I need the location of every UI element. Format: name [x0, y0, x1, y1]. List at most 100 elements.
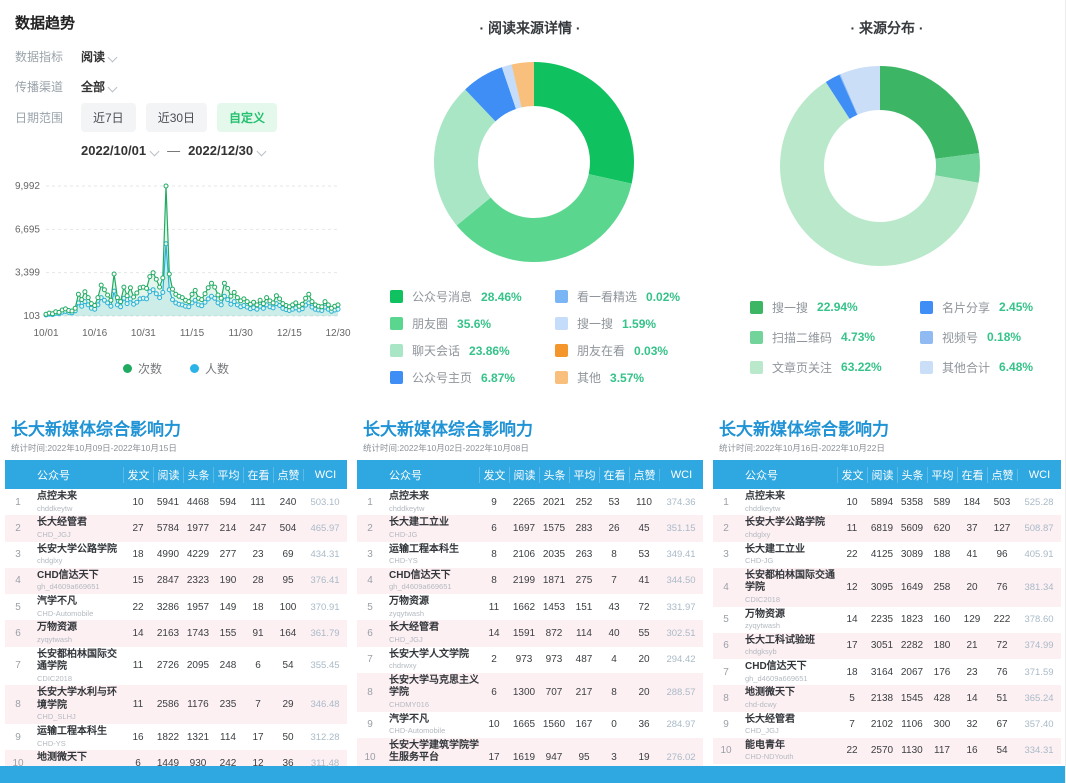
legend-percent: 35.6% [457, 317, 491, 331]
table-row[interactable]: 8长安大学马克思主义学院CHDMY01661300707217820288.57 [357, 673, 703, 712]
legend-item-公众号主页[interactable]: 公众号主页6.87% [390, 364, 555, 391]
table-row[interactable]: 10能电青年CHD-NDYouth22257011301171654334.31 [713, 738, 1061, 764]
chevron-down-icon [258, 147, 266, 155]
channel-select[interactable]: 全部 [81, 78, 117, 95]
metric-cell: 41 [629, 575, 659, 586]
account-name: 长安都柏林国际交通学院 [37, 649, 123, 674]
account-name: 长大经管君 [389, 622, 479, 635]
legend-item-聊天会话[interactable]: 聊天会话23.86% [390, 337, 555, 364]
account-cell: 长大经管君CHD_JGJ [739, 714, 837, 736]
metric-cell: 76 [987, 667, 1017, 678]
account-cell: 汽学不凡CHD-Automobile [383, 714, 479, 736]
range-custom-button[interactable]: 自定义 [217, 103, 277, 132]
table-row[interactable]: 5万物资源zyqytwash11166214531514372331.97 [357, 594, 703, 620]
table-row[interactable]: 1点控未来chddkeytw1058945358589184503525.28 [713, 489, 1061, 515]
account-name: 地测微天下 [745, 687, 837, 700]
table-row[interactable]: 2长安大学公路学院chdglxy116819560962037127508.87 [713, 515, 1061, 541]
metric-select[interactable]: 阅读 [81, 48, 117, 65]
range-7d-button[interactable]: 近7日 [81, 103, 136, 132]
legend-item-朋友在看[interactable]: 朋友在看0.03% [555, 337, 710, 364]
metric-filter-row: 数据指标 阅读 [15, 48, 117, 65]
rank-cell: 8 [713, 693, 739, 704]
rank-cell: 10 [713, 745, 739, 756]
table-row[interactable]: 9运输工程本科生CHD-YS16182213211141750312.28 [5, 724, 347, 750]
legend-item-其他合计[interactable]: 其他合计6.48% [920, 352, 1066, 382]
source-distribution-donut-chart[interactable] [770, 56, 990, 276]
legend-item-其他[interactable]: 其他3.57% [555, 364, 710, 391]
channel-select-value: 全部 [81, 78, 105, 95]
metric-cell: 16 [957, 745, 987, 756]
table-row[interactable]: 4长安都柏林国际交通学院CDIC201812309516492582076381… [713, 568, 1061, 607]
rank-cell: 4 [357, 575, 383, 586]
table-row[interactable]: 6长大经管君CHD_JGJ1415918721144055302.51 [357, 620, 703, 646]
account-name: 汽学不凡 [37, 596, 123, 609]
metric-filter-label: 数据指标 [15, 48, 81, 65]
column-header-点赞: 点赞 [987, 467, 1017, 483]
metric-cell: 10 [123, 497, 153, 508]
metric-cell: 67 [987, 719, 1017, 730]
wci-cell: 371.59 [1017, 667, 1061, 678]
table-row[interactable]: 7CHD信达天下gh_d4609a66965118316420671762376… [713, 659, 1061, 685]
read-source-donut-chart[interactable] [424, 52, 644, 272]
legend-percent: 0.03% [634, 344, 668, 358]
account-handle: CHD-Automobile [389, 726, 479, 736]
range-30d-button[interactable]: 近30日 [146, 103, 207, 132]
influence-table-week1: 长大新媒体综合影响力 统计时间:2022年10月09日-2022年10月15日 … [0, 405, 352, 777]
column-header-公众号: 公众号 [739, 467, 837, 483]
table-row[interactable]: 7长安都柏林国际交通学院CDIC20181127262095248654355.… [5, 647, 347, 686]
metric-cell: 263 [569, 549, 599, 560]
legend-item-名片分享[interactable]: 名片分享2.45% [920, 292, 1066, 322]
account-cell: 万物资源zyqytwash [383, 596, 479, 618]
legend-item-公众号消息[interactable]: 公众号消息28.46% [390, 283, 555, 310]
table-row[interactable]: 5万物资源zyqytwash1422351823160129222378.60 [713, 607, 1061, 633]
table-row[interactable]: 2长大经管君CHD_JGJ2757841977214247504465.97 [5, 515, 347, 541]
end-date-select[interactable]: 2022/12/30 [188, 143, 266, 158]
legend-item-看一看精选[interactable]: 看一看精选0.02% [555, 283, 710, 310]
table-row[interactable]: 2长大建工立业CHD-JG6169715752832645351.15 [357, 515, 703, 541]
start-date-select[interactable]: 2022/10/01 [81, 143, 159, 158]
table-row[interactable]: 6万物资源zyqytwash142163174315591164361.79 [5, 620, 347, 646]
table-row[interactable]: 9长大经管君CHD_JGJ7210211063003267357.40 [713, 712, 1061, 738]
rank-cell: 8 [5, 699, 31, 710]
table-row[interactable]: 3长大建工立业CHD-JG22412530891884196405.91 [713, 542, 1061, 568]
account-name: 长大经管君 [745, 714, 837, 727]
wci-cell: 351.15 [659, 523, 703, 534]
metric-cell: 53 [599, 497, 629, 508]
account-cell: 长安大学水利与环境学院CHD_SLHJ [31, 687, 123, 722]
legend-item-朋友圈[interactable]: 朋友圈35.6% [390, 310, 555, 337]
column-header-WCI: WCI [659, 469, 703, 481]
table-row[interactable]: 4CHD信达天下gh_d4609a66965115284723231902895… [5, 568, 347, 594]
table-row[interactable]: 8长安大学水利与环境学院CHD_SLHJ1125861176235729346.… [5, 685, 347, 724]
account-name: 长安大学水利与环境学院 [37, 687, 123, 712]
table-row[interactable]: 4CHD信达天下gh_d4609a66965182199187127574134… [357, 568, 703, 594]
legend-item-搜一搜[interactable]: 搜一搜1.59% [555, 310, 710, 337]
metric-cell: 18 [123, 549, 153, 560]
metric-cell: 14 [957, 693, 987, 704]
legend-item-文章页关注[interactable]: 文章页关注63.22% [750, 352, 920, 382]
legend-item-次数[interactable]: 次数 [123, 360, 162, 377]
table-row[interactable]: 1点控未来chddkeytw92265202125253110374.36 [357, 489, 703, 515]
account-name: 长大建工立业 [745, 544, 837, 557]
table-row[interactable]: 8地测微天下chd-dcwy5213815454281451365.24 [713, 685, 1061, 711]
table-row[interactable]: 7长安大学人文学院chdrwxy2973973487420294.42 [357, 647, 703, 673]
legend-item-视频号[interactable]: 视频号0.18% [920, 322, 1066, 352]
metric-cell: 164 [273, 628, 303, 639]
account-cell: 长大经管君CHD_JGJ [383, 622, 479, 644]
table-row[interactable]: 6长大工科试验班chdgksyb17305122821802172374.99 [713, 633, 1061, 659]
metric-cell: 19 [629, 752, 659, 763]
metric-cell: 283 [569, 523, 599, 534]
table-row[interactable]: 1点控未来chddkeytw1059414468594111240503.10 [5, 489, 347, 515]
metric-cell: 487 [569, 654, 599, 665]
wci-cell: 288.57 [659, 687, 703, 698]
svg-text:11/30: 11/30 [229, 328, 254, 339]
account-name: 点控未来 [745, 491, 837, 504]
trend-line-chart[interactable]: 1033,3996,6959,99210/0110/1610/3111/1511… [0, 178, 352, 344]
legend-item-搜一搜[interactable]: 搜一搜22.94% [750, 292, 920, 322]
table-row[interactable]: 3运输工程本科生CHD-YS821062035263853349.41 [357, 542, 703, 568]
legend-item-扫描二维码[interactable]: 扫描二维码4.73% [750, 322, 920, 352]
table-row[interactable]: 3长安大学公路学院chdglxy18499042292772369434.31 [5, 542, 347, 568]
legend-item-人数[interactable]: 人数 [190, 360, 229, 377]
table-row[interactable]: 9汽学不凡CHD-Automobile1016651560167036284.9… [357, 712, 703, 738]
metric-cell: 2095 [183, 660, 213, 671]
table-row[interactable]: 5汽学不凡CHD-Automobile223286195714918100370… [5, 594, 347, 620]
